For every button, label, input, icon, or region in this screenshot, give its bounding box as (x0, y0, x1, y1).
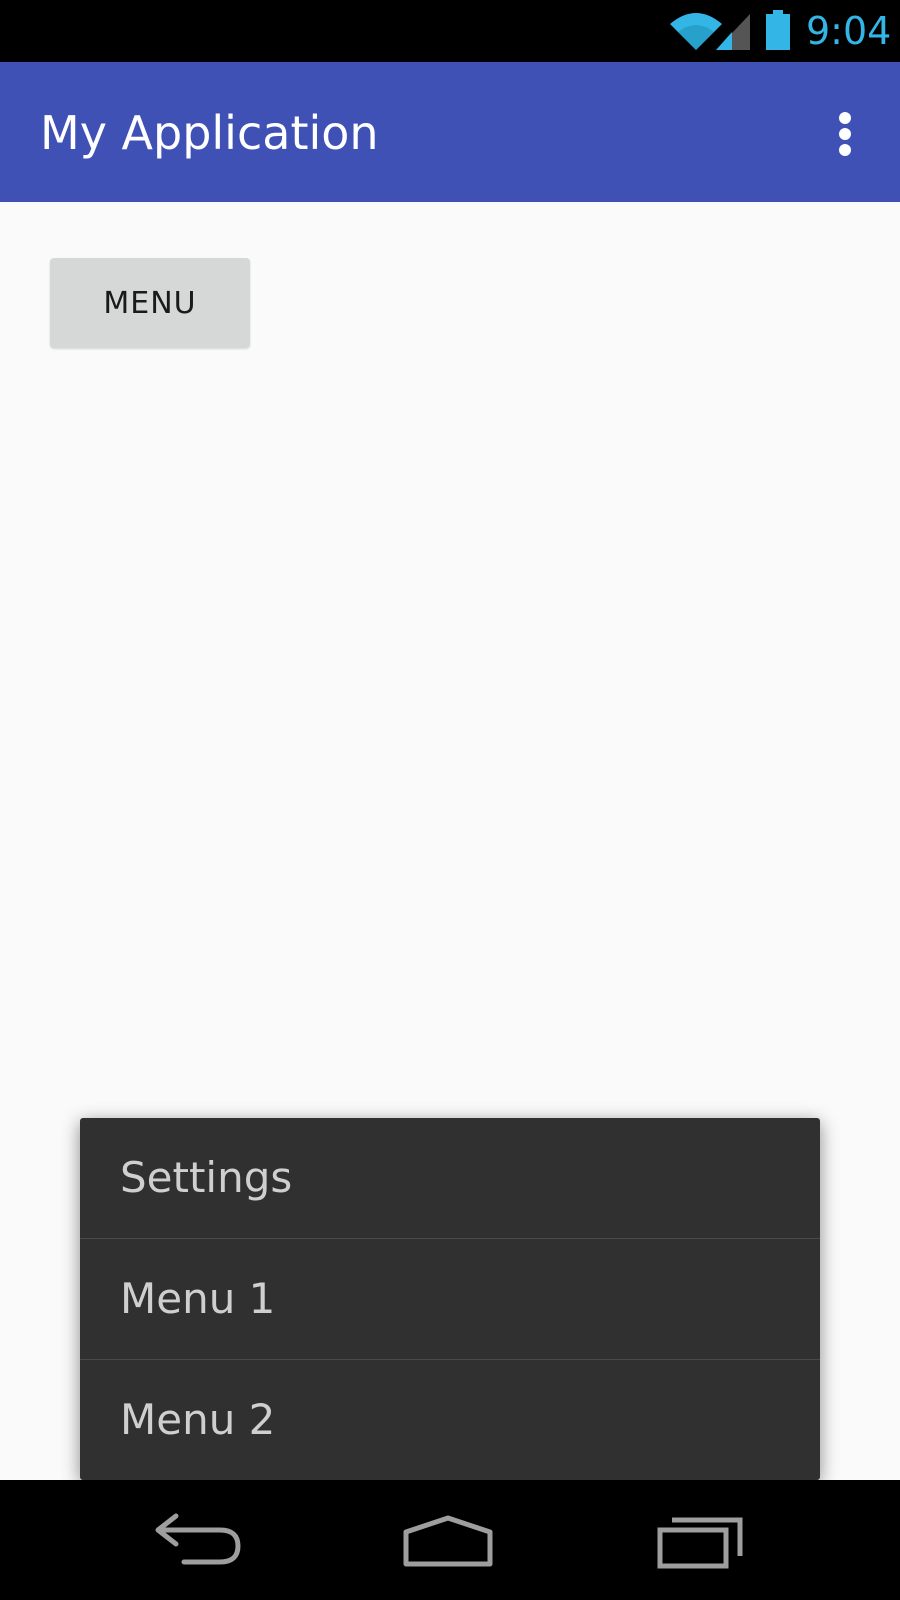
app-bar: My Application (0, 62, 900, 202)
home-icon[interactable] (400, 1514, 496, 1568)
popup-item-settings[interactable]: Settings (80, 1118, 820, 1239)
app-title: My Application (40, 106, 379, 160)
popup-item-label: Menu 1 (120, 1274, 276, 1323)
nav-bar (0, 1480, 900, 1600)
signal-icon (716, 14, 750, 50)
back-icon[interactable] (150, 1512, 250, 1568)
popup-item-menu-2[interactable]: Menu 2 (80, 1360, 820, 1480)
status-bar: 9:04 (0, 0, 900, 62)
more-vert-icon[interactable] (820, 104, 870, 164)
battery-icon (766, 10, 790, 50)
recents-icon[interactable] (656, 1510, 748, 1570)
popup-item-label: Settings (120, 1153, 293, 1202)
popup-item-label: Menu 2 (120, 1395, 276, 1444)
screen: 9:04 My Application MENU Settings Menu 1… (0, 0, 900, 1600)
status-time: 9:04 (806, 9, 892, 53)
popup-item-menu-1[interactable]: Menu 1 (80, 1239, 820, 1360)
menu-button[interactable]: MENU (50, 258, 250, 348)
popup-menu: Settings Menu 1 Menu 2 (80, 1118, 820, 1480)
